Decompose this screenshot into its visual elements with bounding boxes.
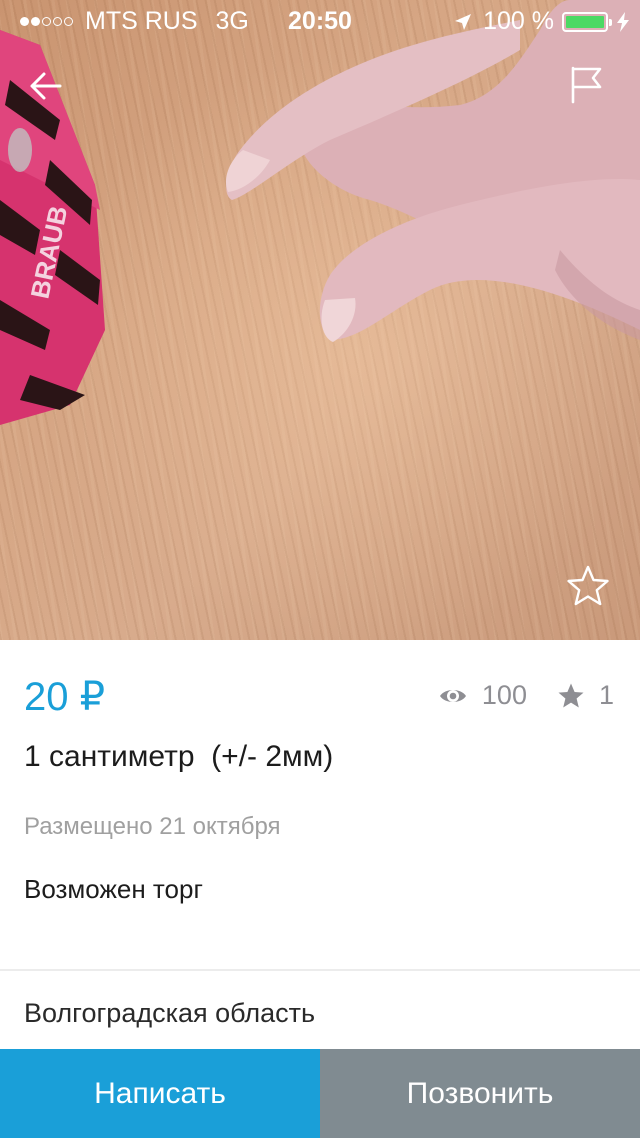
region-label: Волгоградская область — [24, 998, 316, 1028]
listing-stats: 100 1 — [438, 680, 614, 711]
divider — [0, 969, 640, 971]
listing-photo[interactable]: BRAUB MTS RUS 3G 20:50 100 % — [0, 0, 640, 640]
posted-date: Размещено 21 октября — [24, 813, 281, 840]
listing-note: Возможен торг — [24, 874, 203, 904]
star-icon — [558, 683, 584, 707]
eye-icon — [439, 689, 466, 702]
status-bar: MTS RUS 3G 20:50 100 % — [0, 0, 640, 40]
price: 20 ₽ — [24, 675, 106, 719]
listing-details: 20 ₽ 100 1 1 сантиметр (+/- 2мм) Размеще… — [0, 640, 640, 970]
call-button[interactable]: Позвонить — [320, 1049, 640, 1138]
back-button[interactable] — [24, 64, 68, 108]
star-outline-icon — [567, 565, 609, 606]
favorite-button[interactable] — [565, 563, 611, 609]
location-arrow-icon — [455, 13, 472, 30]
battery-percent: 100 % — [483, 7, 554, 35]
views-count: 100 — [481, 680, 527, 710]
report-button[interactable] — [564, 62, 608, 106]
battery-fill — [566, 15, 604, 28]
listing-title: 1 сантиметр (+/- 2мм) — [24, 740, 334, 773]
battery-icon — [562, 11, 612, 32]
arrow-left-icon — [30, 72, 62, 100]
flag-icon — [571, 66, 602, 104]
fingers — [225, 0, 640, 342]
charging-bolt-icon — [617, 11, 629, 32]
photo-scene: BRAUB — [0, 0, 640, 425]
action-bar: Написать Позвонить — [0, 1049, 640, 1138]
status-right: 100 % — [453, 7, 630, 36]
favorites-count: 1 — [598, 680, 614, 710]
write-message-button[interactable]: Написать — [0, 1049, 320, 1138]
